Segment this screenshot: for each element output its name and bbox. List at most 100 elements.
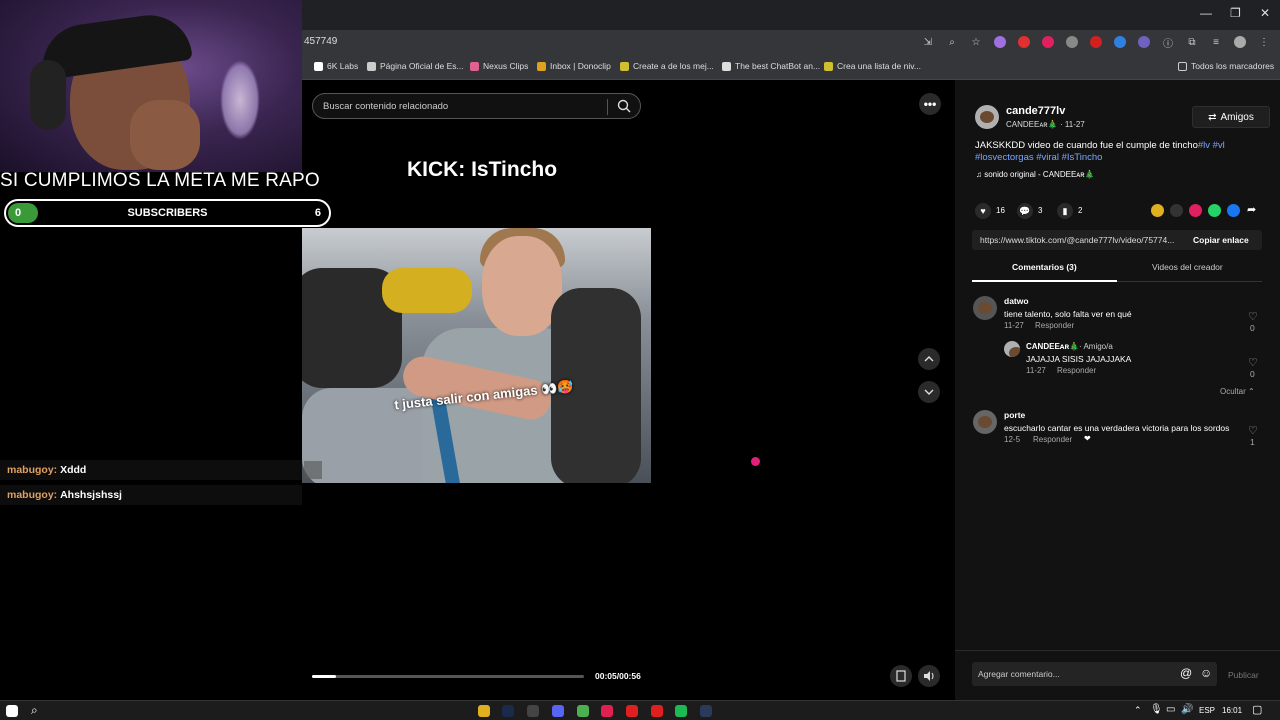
mention-icon[interactable]: @	[1180, 666, 1192, 680]
bookmark[interactable]: The best ChatBot an...	[722, 61, 820, 71]
mini-player-button[interactable]	[890, 665, 912, 687]
file-explorer-icon[interactable]	[478, 705, 490, 717]
comment-like-icon[interactable]: ♡	[1248, 424, 1259, 437]
creator-avatar[interactable]	[975, 105, 999, 129]
search-icon[interactable]: ⌕	[31, 703, 38, 718]
bookmarks-folder[interactable]: Todos los marcadores	[1178, 61, 1274, 71]
info-icon[interactable]: ⓘ	[1160, 34, 1176, 50]
chrome-icon[interactable]	[577, 705, 589, 717]
hashtags[interactable]: #losvectorgas #viral #IsTincho	[975, 152, 1102, 163]
extension-icon[interactable]	[992, 34, 1008, 50]
menu-icon[interactable]: ⋮	[1256, 34, 1272, 50]
hide-replies-button[interactable]: Ocultar ⌃	[1220, 387, 1255, 396]
extension-icon[interactable]	[1136, 34, 1152, 50]
friends-button[interactable]: ⇄ Amigos	[1192, 106, 1270, 128]
commenter-avatar[interactable]	[973, 296, 997, 320]
bookmark[interactable]: Nexus Clips	[470, 61, 528, 71]
discord-icon[interactable]	[552, 705, 564, 717]
hashtags[interactable]: #lv #vl	[1198, 140, 1225, 151]
emoji-icon[interactable]: ☺	[1200, 666, 1212, 680]
reply-button[interactable]: Responder	[1033, 435, 1072, 444]
search-box[interactable]: Buscar contenido relacionado	[312, 93, 641, 119]
media-icon[interactable]: ≡	[1208, 34, 1224, 50]
bookmark[interactable]: Página Oficial de Es...	[367, 61, 464, 71]
reply-button[interactable]: Responder	[1035, 321, 1074, 330]
url-text[interactable]: 457749	[304, 36, 337, 47]
app-icon[interactable]	[626, 705, 638, 717]
copy-link-button[interactable]: Copiar enlace	[1193, 235, 1249, 245]
tray-chevron-icon[interactable]: ⌃	[1134, 705, 1142, 716]
close-button[interactable]: ✕	[1260, 6, 1270, 20]
whatsapp-icon[interactable]	[1208, 204, 1221, 217]
star-icon[interactable]: ☆	[968, 34, 984, 50]
post-link[interactable]: https://www.tiktok.com/@cande777lv/video…	[980, 235, 1174, 245]
creator-username[interactable]: cande777lv	[1006, 105, 1065, 117]
bookmark[interactable]: 6K Labs	[314, 61, 358, 71]
next-video-button[interactable]	[918, 381, 940, 403]
comment-like-icon[interactable]: ♡	[1248, 310, 1259, 323]
mic-icon[interactable]: 🎙	[1150, 704, 1163, 715]
language-indicator[interactable]: ESP	[1199, 706, 1215, 715]
reply-button[interactable]: Responder	[1057, 366, 1096, 375]
like-button[interactable]: ♥	[975, 203, 991, 219]
steam-icon[interactable]	[502, 705, 514, 717]
clock[interactable]: 16:01	[1222, 706, 1242, 715]
extension-icon[interactable]	[1112, 34, 1128, 50]
share-send-icon[interactable]	[1189, 204, 1202, 217]
windows-start-icon[interactable]	[6, 705, 18, 717]
address-bar[interactable]: 457749 ⇲ ⌕ ☆ ⓘ ⧉ ≡ ⋮	[302, 30, 1280, 54]
extension-icon[interactable]	[1016, 34, 1032, 50]
comment-user[interactable]: datwo	[1004, 296, 1029, 306]
app-icon[interactable]	[601, 705, 613, 717]
comment-input[interactable]: Agregar comentario... @ ☺	[972, 662, 1217, 686]
friends-label: Amigos	[1220, 111, 1254, 123]
app-icon[interactable]	[651, 705, 663, 717]
extension-icon[interactable]	[1088, 34, 1104, 50]
coin-icon[interactable]	[1151, 204, 1164, 217]
notification-icon[interactable]: ▢	[1252, 703, 1262, 716]
chevron-up-icon	[924, 356, 934, 362]
previous-video-button[interactable]	[918, 348, 940, 370]
tab-creator-videos[interactable]: Videos del creador	[1152, 262, 1223, 272]
maximize-button[interactable]: ❐	[1230, 6, 1241, 20]
swap-icon: ⇄	[1208, 111, 1217, 123]
save-button[interactable]: ▮	[1057, 203, 1073, 219]
steam-icon[interactable]	[700, 705, 712, 717]
minimize-button[interactable]: —	[1200, 6, 1212, 20]
search-icon[interactable]	[617, 99, 631, 113]
share-arrow-icon[interactable]: ➦	[1247, 203, 1256, 216]
video-frame[interactable]: t justa salir con amigas 👀🥵	[302, 228, 651, 483]
divider	[607, 99, 608, 115]
comment-user[interactable]: porte	[1004, 410, 1025, 420]
video-progress-bar[interactable]	[312, 675, 584, 678]
embed-icon[interactable]	[1170, 204, 1183, 217]
spotify-icon[interactable]	[675, 705, 687, 717]
bookmark[interactable]: Create a de los mej...	[620, 61, 714, 71]
facebook-icon[interactable]	[1227, 204, 1240, 217]
install-app-icon[interactable]: ⇲	[920, 34, 936, 50]
reply-avatar[interactable]	[1004, 341, 1020, 357]
network-icon[interactable]: ▭	[1166, 704, 1175, 715]
publish-button[interactable]: Publicar	[1228, 670, 1259, 680]
puzzle-icon[interactable]: ⧉	[1184, 34, 1200, 50]
sound-row[interactable]: ♫ sonido original - CANDEEᴀʀ🎄	[976, 170, 1095, 179]
app-icon[interactable]	[527, 705, 539, 717]
comment-placeholder[interactable]: Agregar comentario...	[978, 669, 1060, 679]
tab-comments[interactable]: Comentarios (3)	[1012, 262, 1077, 272]
volume-icon[interactable]: 🔊	[1181, 704, 1193, 715]
zoom-icon[interactable]: ⌕	[944, 34, 960, 50]
more-options-button[interactable]: •••	[919, 93, 941, 115]
comment-like-count: 0	[1250, 323, 1255, 333]
extension-icon[interactable]	[1040, 34, 1056, 50]
search-input[interactable]: Buscar contenido relacionado	[323, 101, 448, 112]
extension-icon[interactable]	[1064, 34, 1080, 50]
commenter-avatar[interactable]	[973, 410, 997, 434]
comment-user[interactable]: CANDEEᴀʀ🎄	[1026, 342, 1079, 351]
comment-button[interactable]: 💬	[1017, 203, 1033, 219]
comment-like-icon[interactable]: ♡	[1248, 356, 1259, 369]
bookmark[interactable]: Crea una lista de niv...	[824, 61, 921, 71]
bookmark-icon	[314, 61, 323, 71]
volume-button[interactable]	[918, 665, 940, 687]
profile-icon[interactable]	[1232, 34, 1248, 50]
bookmark[interactable]: Inbox | Donoclip	[537, 61, 611, 71]
